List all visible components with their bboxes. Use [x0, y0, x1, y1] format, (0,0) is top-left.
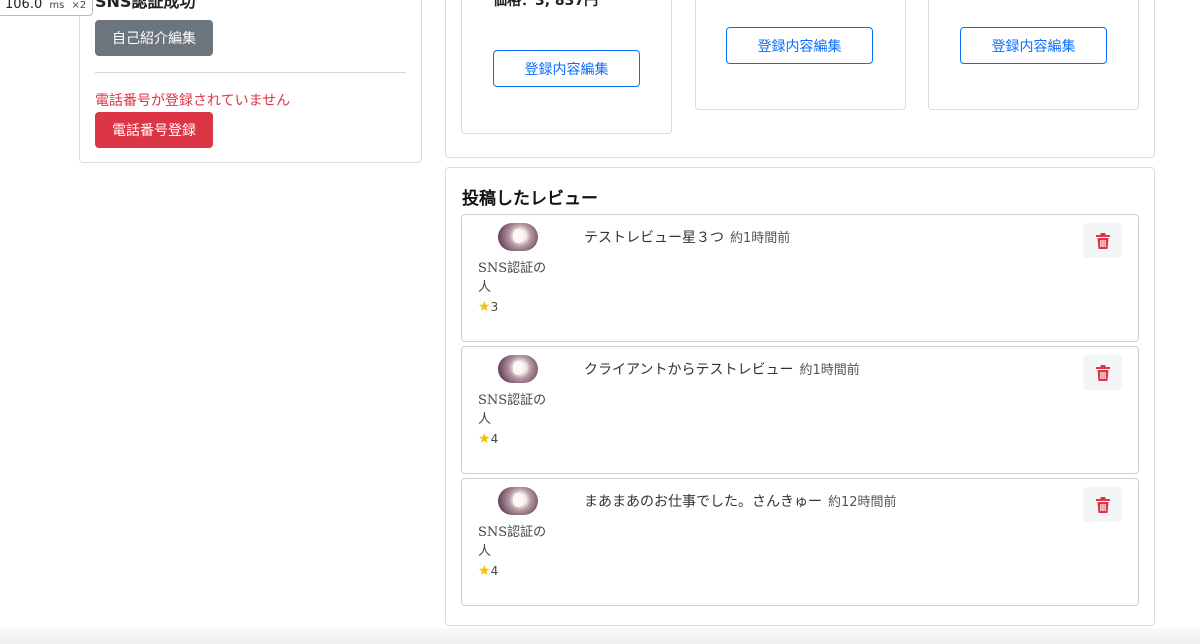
review-text: まあまあのお仕事でした。さんきゅー 約12時間前: [584, 491, 897, 511]
divider: [95, 72, 406, 73]
perf-badge: 106.0 ms ×2: [0, 0, 94, 16]
reviewer-name: SNS認証の人: [478, 261, 547, 295]
perf-multiplier: ×2: [71, 0, 87, 11]
review-text: クライアントからテストレビュー 約1時間前: [584, 359, 860, 379]
review-card: SNS認証の人 ★3 テストレビュー星３つ 約1時間前: [461, 214, 1139, 342]
phone-warning: 電話番号が登録されていません: [95, 93, 291, 109]
rating-value: 3: [490, 300, 499, 314]
perf-value: 106.0: [5, 0, 43, 12]
review-time: 約1時間前: [730, 231, 791, 246]
trash-icon: [1095, 232, 1110, 249]
edit-listing-button[interactable]: 登録内容編集: [493, 50, 640, 87]
phone-register-button[interactable]: 電話番号登録: [95, 112, 213, 148]
review-body: まあまあのお仕事でした。さんきゅー: [584, 494, 822, 510]
trash-icon: [1095, 496, 1110, 513]
edit-listing-button[interactable]: 登録内容編集: [726, 27, 873, 64]
star-icon: ★: [478, 563, 491, 579]
review-time: 約1時間前: [799, 363, 860, 378]
reviews-title: 投稿したレビュー: [462, 189, 598, 209]
delete-review-button[interactable]: [1083, 355, 1122, 390]
job-price: 価格：3, 837円: [493, 0, 599, 9]
avatar: [498, 223, 538, 251]
edit-listing-button[interactable]: 登録内容編集: [960, 27, 1107, 64]
delete-review-button[interactable]: [1083, 487, 1122, 522]
review-body: クライアントからテストレビュー: [584, 362, 794, 378]
delete-review-button[interactable]: [1083, 223, 1122, 258]
sns-status-text: SNS認証成功: [95, 0, 196, 11]
review-rating: ★4: [478, 431, 498, 447]
bottom-scroll-area: [0, 628, 1200, 644]
review-card: SNS認証の人 ★4 クライアントからテストレビュー 約1時間前: [461, 346, 1139, 474]
avatar: [498, 487, 538, 515]
reviewer-name: SNS認証の人: [478, 525, 547, 559]
edit-intro-button[interactable]: 自己紹介編集: [95, 20, 213, 56]
review-time: 約12時間前: [828, 495, 897, 510]
avatar: [498, 355, 538, 383]
star-icon: ★: [478, 299, 491, 315]
review-text: テストレビュー星３つ 約1時間前: [584, 227, 790, 247]
star-icon: ★: [478, 431, 491, 447]
rating-value: 4: [490, 564, 499, 578]
review-body: テストレビュー星３つ: [584, 230, 724, 246]
perf-unit: ms: [49, 0, 65, 11]
reviewer-name: SNS認証の人: [478, 393, 547, 427]
review-card: SNS認証の人 ★4 まあまあのお仕事でした。さんきゅー 約12時間前: [461, 478, 1139, 606]
trash-icon: [1095, 364, 1110, 381]
review-rating: ★4: [478, 563, 498, 579]
rating-value: 4: [490, 432, 499, 446]
review-rating: ★3: [478, 299, 498, 315]
